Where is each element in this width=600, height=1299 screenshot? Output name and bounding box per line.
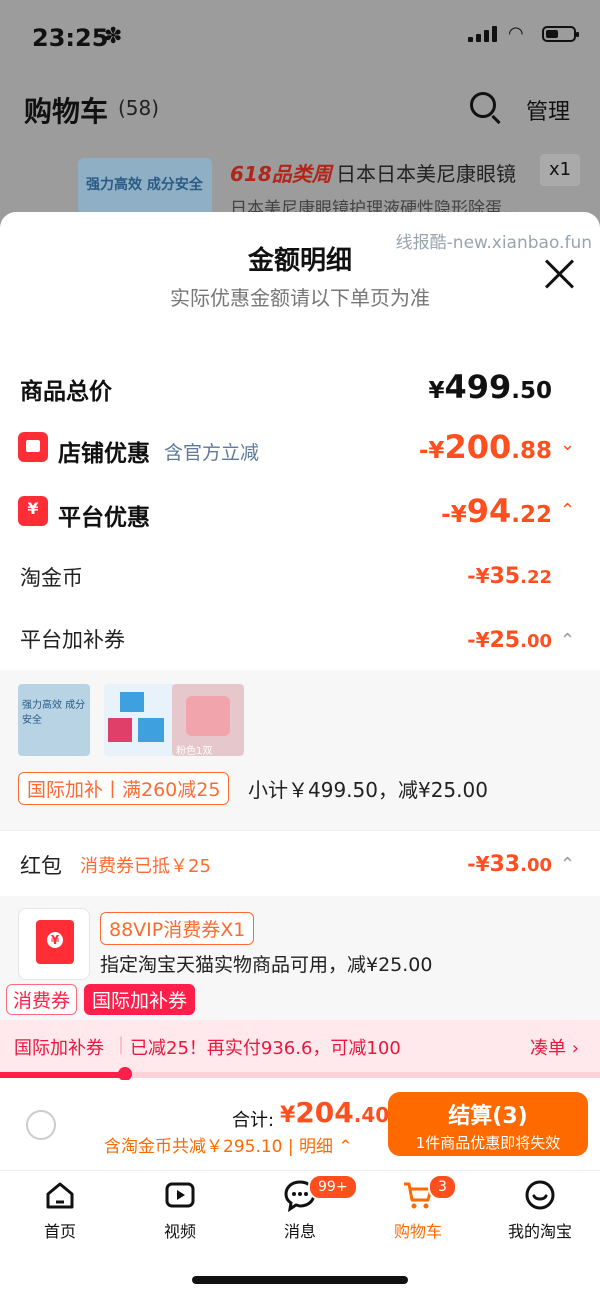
tab-label: 购物车 bbox=[393, 1222, 442, 1241]
checkout-button-sub: 1件商品优惠即将失效 bbox=[415, 1134, 561, 1152]
coupon-subtotal: 小计￥499.50，减¥25.00 bbox=[248, 778, 488, 802]
voucher-tag: 88VIP消费券X1 bbox=[100, 912, 255, 945]
platform-icon bbox=[18, 496, 48, 526]
tab-label: 消息 bbox=[283, 1222, 316, 1241]
chevron-up-icon[interactable]: ⌃ bbox=[560, 500, 575, 521]
status-time: 23:25 bbox=[32, 24, 109, 52]
flower-icon: ✽ bbox=[104, 24, 123, 49]
tab-label: 我的淘宝 bbox=[507, 1222, 572, 1241]
tab-label: 视频 bbox=[163, 1222, 196, 1241]
home-indicator bbox=[192, 1276, 408, 1284]
select-all-radio[interactable] bbox=[26, 1110, 56, 1140]
profile-icon bbox=[525, 1180, 555, 1210]
checkout-total: ¥204.40 bbox=[280, 1096, 390, 1129]
shop-discount-label: 店铺优惠 bbox=[58, 441, 150, 467]
divider bbox=[0, 830, 600, 831]
promo-progress-dot bbox=[118, 1067, 132, 1081]
shop-discount-amount: -¥200.88 bbox=[418, 428, 552, 466]
red-packet-icon bbox=[36, 920, 74, 964]
close-icon[interactable] bbox=[544, 258, 576, 290]
product-thumbnail bbox=[104, 684, 176, 756]
manage-button[interactable]: 管理 bbox=[526, 94, 570, 126]
thumbnail-text: 强力高效 成分安全 bbox=[22, 700, 86, 726]
product-thumbnail: 粉色1双 bbox=[172, 684, 244, 757]
shop-discount-note: 含官方立减 bbox=[164, 442, 260, 464]
sheet-title: 金额明细 bbox=[247, 246, 352, 276]
search-icon[interactable] bbox=[470, 92, 496, 118]
wifi-icon: ◠ bbox=[508, 23, 524, 44]
promo-label: 618品类周 bbox=[230, 162, 332, 186]
coupon-tag: 国际加补丨满260减25 bbox=[18, 772, 230, 805]
home-icon bbox=[46, 1182, 74, 1209]
platform-coupon-amount: -¥25.00 bbox=[467, 628, 552, 653]
checkout-button-label: 结算(3) bbox=[448, 1104, 528, 1129]
tab-home[interactable]: 首页 bbox=[10, 1178, 110, 1242]
video-icon bbox=[165, 1182, 195, 1208]
voucher-desc: 指定淘宝天猫实物商品可用，减¥25.00 bbox=[100, 954, 433, 976]
total-price: ¥499.50 bbox=[428, 368, 552, 406]
add-items-link[interactable]: 凑单 › bbox=[530, 1034, 579, 1060]
tab-label: 首页 bbox=[43, 1222, 76, 1241]
total-label: 合计: bbox=[232, 1110, 275, 1131]
tab-my-taobao[interactable]: 我的淘宝 bbox=[490, 1178, 590, 1242]
promo-text: 已减25！再实付936.6，可减100 bbox=[130, 1038, 401, 1059]
page-title: 购物车 bbox=[24, 95, 109, 128]
tab-video[interactable]: 视频 bbox=[130, 1178, 230, 1242]
chevron-up-icon[interactable]: ⌃ bbox=[560, 854, 575, 875]
sheet-subtitle: 实际优惠金额请以下单页为准 bbox=[170, 286, 430, 310]
chevron-up-icon[interactable]: ⌃ bbox=[560, 630, 575, 651]
promo-progress-fill bbox=[0, 1072, 124, 1078]
red-packet-amount: -¥33.00 bbox=[467, 852, 552, 877]
cart-count: (58) bbox=[118, 96, 160, 120]
total-label: 商品总价 bbox=[20, 379, 112, 405]
promo-label: 国际加补券 bbox=[14, 1038, 104, 1059]
product-name: 日本日本美尼康眼镜 bbox=[336, 162, 516, 186]
taojinbi-label: 淘金币 bbox=[20, 566, 83, 590]
cart-badge: 3 bbox=[428, 1174, 457, 1200]
voucher-pill: 消费券 bbox=[6, 984, 78, 1015]
thumbnail-text: 强力高效 成分安全 bbox=[86, 177, 203, 193]
chevron-down-icon[interactable]: ⌄ bbox=[560, 434, 575, 455]
coupon-detail-block bbox=[0, 670, 600, 830]
platform-discount-amount: -¥94.22 bbox=[441, 492, 552, 530]
quantity-badge[interactable]: x1 bbox=[540, 154, 580, 186]
red-packet-note: 消费券已抵￥25 bbox=[80, 856, 211, 877]
discount-detail-link[interactable]: 含淘金币共减￥295.10 | 明细 ⌃ bbox=[104, 1132, 353, 1157]
platform-discount-label: 平台优惠 bbox=[58, 505, 150, 531]
platform-coupon-label: 平台加补券 bbox=[20, 628, 125, 652]
voucher-pill: 国际加补券 bbox=[84, 984, 196, 1015]
signal-icon bbox=[468, 26, 498, 42]
thumbnail-text: 粉色1双 bbox=[176, 746, 213, 757]
battery-icon bbox=[542, 26, 579, 42]
promo-divider: | bbox=[118, 1034, 125, 1055]
taojinbi-amount: -¥35.22 bbox=[467, 564, 552, 589]
red-packet-label: 红包 bbox=[20, 854, 62, 878]
checkout-button[interactable]: 结算(3) 1件商品优惠即将失效 bbox=[388, 1092, 588, 1156]
status-icons: ◠ bbox=[468, 23, 579, 44]
message-badge: 99+ bbox=[308, 1174, 358, 1200]
product-thumbnail: 强力高效 成分安全 bbox=[18, 684, 90, 756]
shop-icon bbox=[18, 432, 48, 462]
